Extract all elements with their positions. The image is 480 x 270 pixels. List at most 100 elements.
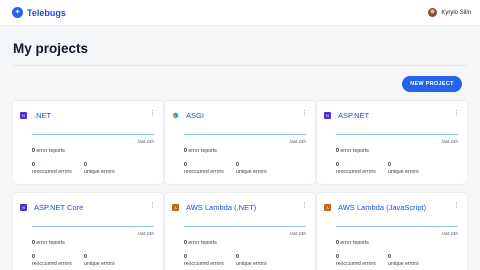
- project-card[interactable]: N ASP.NET Core ⋮ last 24h 0 error report…: [13, 193, 163, 270]
- project-card[interactable]: λ AWS Lambda (JavaScript) ⋮ last 24h 0 e…: [317, 193, 467, 270]
- brand-name: Telebugs: [27, 7, 66, 18]
- reoccurred-count: 0: [184, 254, 187, 260]
- period-label: last 24h: [138, 139, 154, 144]
- user-menu[interactable]: Kyrylo Silin: [428, 8, 471, 17]
- error-reports: 0 error reports: [336, 240, 369, 246]
- project-name-link[interactable]: .NET: [34, 111, 51, 120]
- error-reports-label: error reports: [188, 148, 217, 154]
- reoccurred-errors: 0 reoccurred errors: [336, 254, 376, 268]
- reoccurred-label: reoccurred errors: [336, 261, 376, 268]
- error-reports-label: error reports: [340, 148, 369, 154]
- reoccurred-errors: 0 reoccurred errors: [184, 162, 224, 176]
- error-reports-count: 0: [336, 240, 339, 246]
- unique-label: unique errors: [84, 261, 115, 268]
- aws-lambda-icon: λ: [172, 204, 179, 211]
- unique-count: 0: [236, 254, 239, 260]
- dotnet-icon: N: [20, 112, 27, 119]
- reoccurred-label: reoccurred errors: [184, 169, 224, 176]
- more-options-icon[interactable]: ⋮: [301, 110, 308, 117]
- unique-errors: 0 unique errors: [84, 162, 115, 176]
- unique-count: 0: [388, 254, 391, 260]
- reoccurred-count: 0: [336, 254, 339, 260]
- error-reports-count: 0: [184, 148, 187, 154]
- error-reports: 0 error reports: [32, 240, 65, 246]
- unique-errors: 0 unique errors: [388, 254, 419, 268]
- project-card[interactable]: λ AWS Lambda (.NET) ⋮ last 24h 0 error r…: [165, 193, 315, 270]
- activity-sparkline: [32, 226, 154, 227]
- project-name-link[interactable]: AWS Lambda (.NET): [186, 203, 256, 212]
- reoccurred-count: 0: [32, 162, 35, 168]
- period-label: last 24h: [442, 231, 458, 236]
- unique-label: unique errors: [236, 261, 267, 268]
- more-options-icon[interactable]: ⋮: [149, 202, 156, 209]
- error-reports-count: 0: [184, 240, 187, 246]
- unique-count: 0: [84, 254, 87, 260]
- activity-sparkline: [336, 226, 458, 227]
- error-reports-label: error reports: [188, 240, 217, 246]
- page-title: My projects: [13, 41, 89, 56]
- period-label: last 24h: [290, 231, 306, 236]
- unique-count: 0: [84, 162, 87, 168]
- new-project-button[interactable]: NEW PROJECT: [402, 76, 462, 92]
- unique-errors: 0 unique errors: [236, 162, 267, 176]
- error-reports-count: 0: [32, 240, 35, 246]
- error-reports-count: 0: [336, 148, 339, 154]
- reoccurred-label: reoccurred errors: [32, 169, 72, 176]
- more-options-icon[interactable]: ⋮: [453, 110, 460, 117]
- error-reports-label: error reports: [340, 240, 369, 246]
- more-options-icon[interactable]: ⋮: [453, 202, 460, 209]
- aws-lambda-icon: λ: [324, 204, 331, 211]
- reoccurred-errors: 0 reoccurred errors: [32, 254, 72, 268]
- telebugs-logo-icon: ✦: [12, 7, 23, 18]
- unique-errors: 0 unique errors: [388, 162, 419, 176]
- error-reports: 0 error reports: [184, 240, 217, 246]
- brand-link[interactable]: ✦ Telebugs: [12, 7, 66, 18]
- reoccurred-errors: 0 reoccurred errors: [336, 162, 376, 176]
- activity-sparkline: [32, 134, 154, 135]
- dotnet-icon: N: [324, 112, 331, 119]
- unique-count: 0: [236, 162, 239, 168]
- avatar: [428, 8, 438, 17]
- reoccurred-count: 0: [32, 254, 35, 260]
- user-name: Kyrylo Silin: [441, 9, 471, 16]
- reoccurred-label: reoccurred errors: [336, 169, 376, 176]
- activity-sparkline: [184, 226, 306, 227]
- more-options-icon[interactable]: ⋮: [149, 110, 156, 117]
- divider: [13, 65, 467, 66]
- unique-label: unique errors: [236, 169, 267, 176]
- error-reports-label: error reports: [36, 148, 65, 154]
- more-options-icon[interactable]: ⋮: [301, 202, 308, 209]
- reoccurred-label: reoccurred errors: [184, 261, 224, 268]
- unique-errors: 0 unique errors: [84, 254, 115, 268]
- error-reports: 0 error reports: [184, 148, 217, 154]
- asgi-icon: [172, 112, 179, 119]
- unique-label: unique errors: [388, 261, 419, 268]
- reoccurred-count: 0: [184, 162, 187, 168]
- activity-sparkline: [184, 134, 306, 135]
- reoccurred-label: reoccurred errors: [32, 261, 72, 268]
- unique-errors: 0 unique errors: [236, 254, 267, 268]
- period-label: last 24h: [138, 231, 154, 236]
- error-reports-label: error reports: [36, 240, 65, 246]
- activity-sparkline: [336, 134, 458, 135]
- project-name-link[interactable]: ASP.NET: [338, 111, 369, 120]
- project-name-link[interactable]: ASP.NET Core: [34, 203, 83, 212]
- unique-label: unique errors: [388, 169, 419, 176]
- project-card[interactable]: ASGI ⋮ last 24h 0 error reports 0 reoccur…: [165, 101, 315, 184]
- error-reports: 0 error reports: [336, 148, 369, 154]
- project-card[interactable]: N ASP.NET ⋮ last 24h 0 error reports 0 re…: [317, 101, 467, 184]
- project-name-link[interactable]: ASGI: [186, 111, 204, 120]
- period-label: last 24h: [442, 139, 458, 144]
- unique-label: unique errors: [84, 169, 115, 176]
- unique-count: 0: [388, 162, 391, 168]
- error-reports-count: 0: [32, 148, 35, 154]
- reoccurred-errors: 0 reoccurred errors: [32, 162, 72, 176]
- top-bar: ✦ Telebugs Kyrylo Silin: [0, 0, 480, 26]
- dotnet-icon: N: [20, 204, 27, 211]
- project-card[interactable]: N .NET ⋮ last 24h 0 error reports 0 reocc…: [13, 101, 163, 184]
- period-label: last 24h: [290, 139, 306, 144]
- error-reports: 0 error reports: [32, 148, 65, 154]
- reoccurred-errors: 0 reoccurred errors: [184, 254, 224, 268]
- project-name-link[interactable]: AWS Lambda (JavaScript): [338, 203, 426, 212]
- reoccurred-count: 0: [336, 162, 339, 168]
